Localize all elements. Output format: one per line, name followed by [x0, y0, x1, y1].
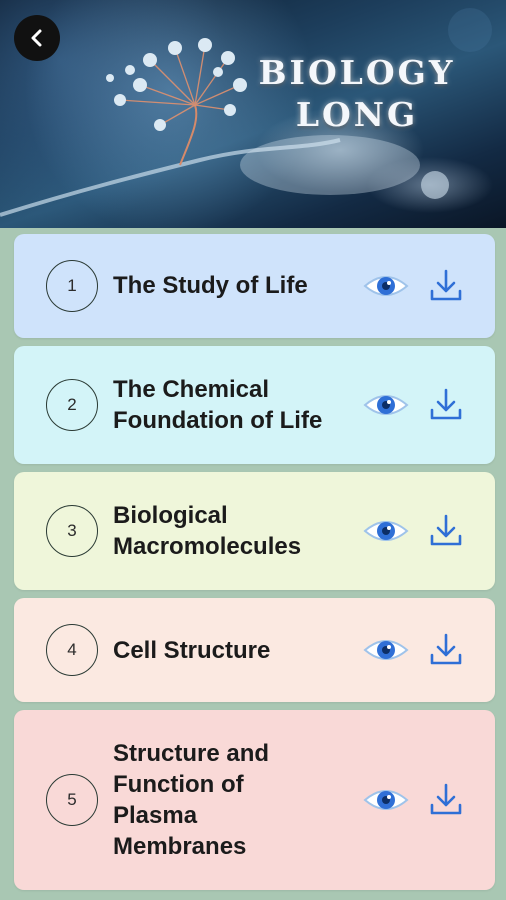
eye-icon[interactable] [362, 630, 410, 670]
download-icon[interactable] [427, 631, 465, 669]
chapter-card-2[interactable]: 2 The Chemical Foundation of Life [14, 346, 495, 464]
eye-icon[interactable] [362, 780, 410, 820]
eye-icon[interactable] [362, 511, 410, 551]
download-icon[interactable] [427, 386, 465, 424]
chapter-title: Structure and Function of Plasma Membran… [113, 740, 270, 860]
chapter-card-1[interactable]: 1 The Study of Life [14, 234, 495, 338]
chapter-list: 1 The Study of Life 2 The Chemical Found… [0, 228, 506, 900]
download-icon[interactable] [427, 512, 465, 550]
header-banner: BIOLOGY LONG [0, 0, 506, 228]
download-icon[interactable] [427, 267, 465, 305]
chapter-number: 4 [46, 624, 98, 676]
app-title: BIOLOGY LONG [242, 52, 472, 136]
chapter-number: 3 [46, 505, 98, 557]
chapter-title: The Chemical Foundation of Life [113, 376, 323, 434]
chapter-number: 5 [46, 774, 98, 826]
back-button[interactable] [14, 15, 60, 61]
chevron-left-icon [31, 29, 42, 47]
chapter-title: The Study of Life [113, 272, 308, 299]
download-icon[interactable] [427, 781, 465, 819]
chapter-card-4[interactable]: 4 Cell Structure [14, 598, 495, 702]
chapter-title: Biological Macromolecules [113, 502, 302, 560]
chapter-number: 2 [46, 379, 98, 431]
title-line-2: LONG [295, 95, 419, 134]
eye-icon[interactable] [362, 266, 410, 306]
chapter-number: 1 [46, 260, 98, 312]
title-line-1: BIOLOGY [258, 53, 456, 92]
eye-icon[interactable] [362, 385, 410, 425]
chapter-card-3[interactable]: 3 Biological Macromolecules [14, 472, 495, 590]
chapter-card-5[interactable]: 5 Structure and Function of Plasma Membr… [14, 710, 495, 890]
chapter-title: Cell Structure [113, 637, 271, 664]
